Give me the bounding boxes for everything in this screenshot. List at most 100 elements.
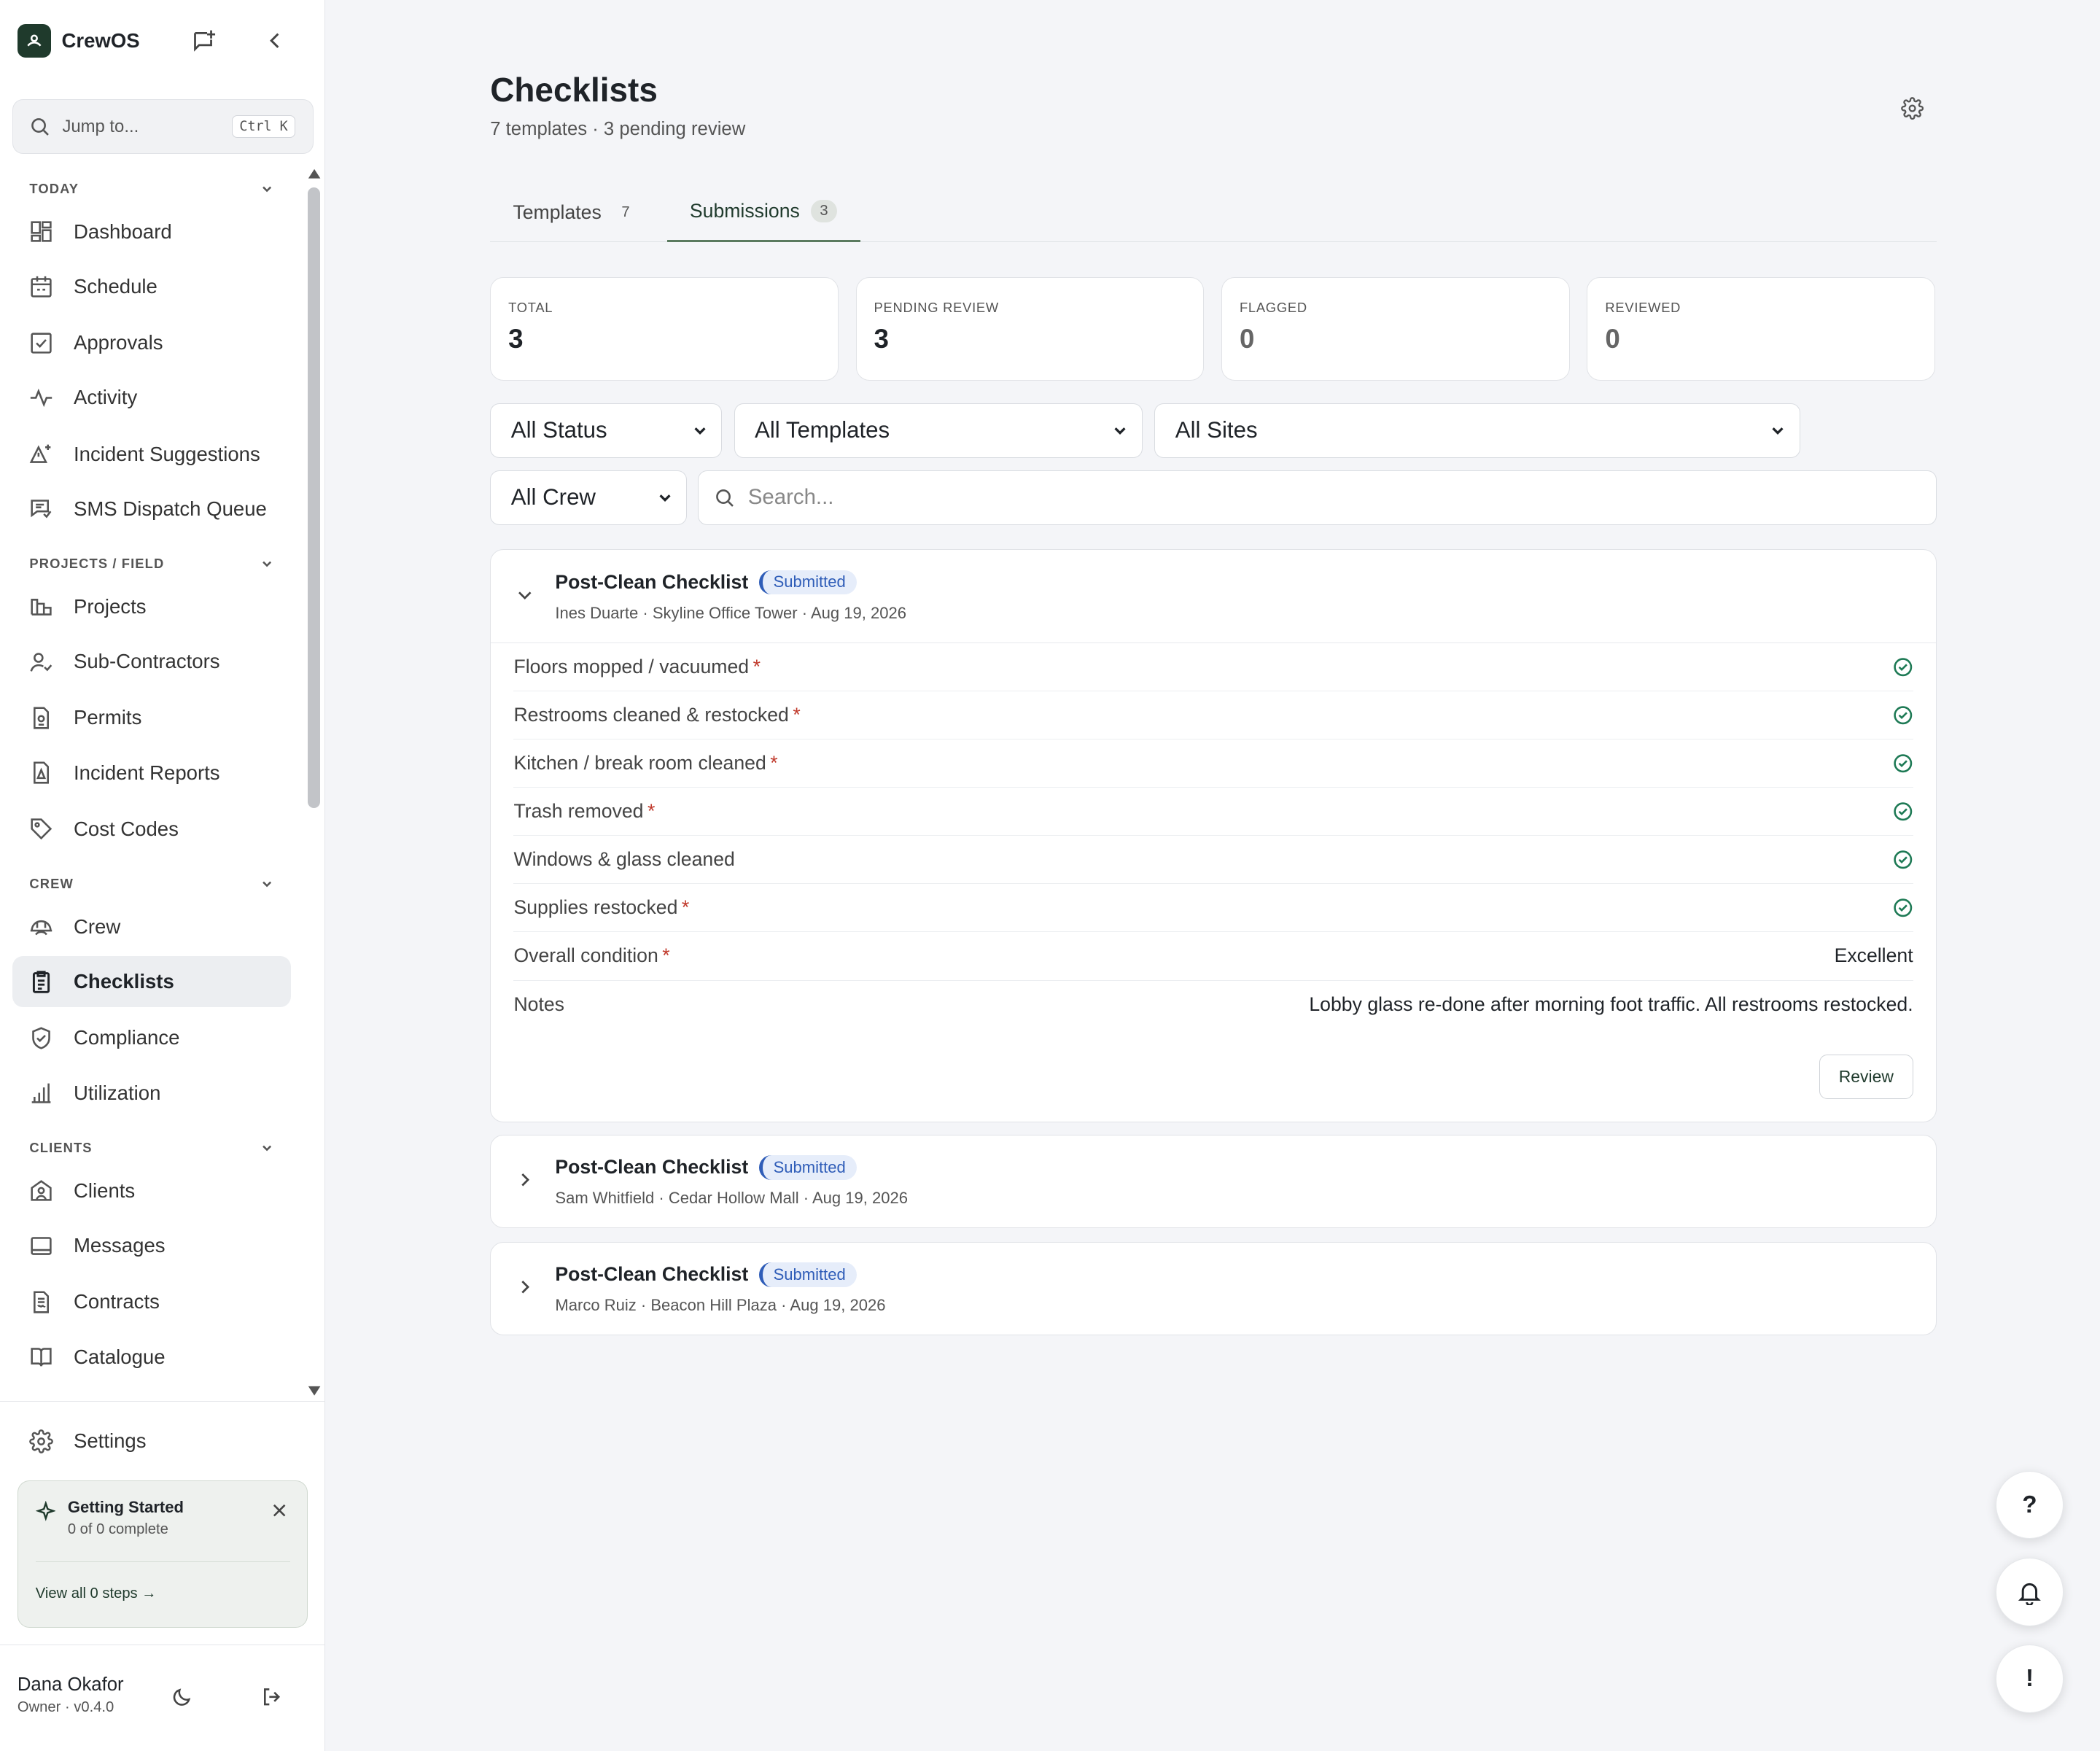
divider <box>0 1401 326 1402</box>
sidebar-item-compliance[interactable]: Compliance <box>12 1013 291 1064</box>
crewos-logo-icon <box>17 24 51 58</box>
check-circle-icon <box>1894 898 1913 917</box>
tag-icon <box>31 818 52 840</box>
sidebar-item-settings[interactable]: Settings <box>12 1416 291 1467</box>
dark-mode-toggle[interactable] <box>168 1684 195 1711</box>
page-subtitle: 7 templates · 3 pending review <box>490 119 746 140</box>
tab-bar: Templates 7 Submissions 3 <box>490 182 1937 243</box>
sidebar-item-dashboard[interactable]: Dashboard <box>12 206 291 257</box>
help-button[interactable]: ? <box>1995 1470 2064 1540</box>
bar-chart-icon <box>32 1083 51 1103</box>
submission-header[interactable]: Post-Clean Checklist Submitted Marco Rui… <box>491 1243 1936 1335</box>
submission-meta: Marco Ruiz · Beacon Hill Plaza · Aug 19,… <box>555 1296 886 1315</box>
page-title: Checklists <box>490 70 658 109</box>
check-circle-icon <box>1894 802 1913 821</box>
scroll-up-arrow-icon[interactable] <box>307 168 322 180</box>
sidebar-item-checklists[interactable]: Checklists <box>12 956 291 1008</box>
sidebar-item-crew[interactable]: Crew <box>12 901 291 952</box>
section-clients[interactable]: CLIENTS <box>29 1140 274 1156</box>
sidebar-item-clients[interactable]: Clients <box>12 1165 291 1216</box>
site-filter[interactable]: All Sites <box>1154 403 1800 459</box>
tab-submissions[interactable]: Submissions 3 <box>666 182 860 243</box>
getting-started-card: Getting Started 0 of 0 complete View all… <box>17 1480 308 1628</box>
section-crew[interactable]: CREW <box>29 876 274 892</box>
sidebar-item-incident-reports[interactable]: Incident Reports <box>12 748 291 799</box>
scroll-thumb[interactable] <box>308 187 320 808</box>
calendar-icon <box>31 276 52 298</box>
user-name: Dana Okafor <box>17 1674 124 1695</box>
template-filter[interactable]: All Templates <box>734 403 1143 459</box>
divider <box>35 1561 290 1562</box>
chevron-right-icon[interactable] <box>515 1170 535 1190</box>
clipboard-icon <box>33 971 50 993</box>
chevron-right-icon[interactable] <box>515 1277 535 1297</box>
sidebar-item-approvals[interactable]: Approvals <box>12 317 291 368</box>
review-button[interactable]: Review <box>1819 1055 1913 1099</box>
search-input[interactable]: Search... <box>697 470 1937 525</box>
book-icon <box>31 1348 52 1367</box>
checkbox-icon <box>31 333 52 354</box>
status-filter[interactable]: All Status <box>490 403 722 459</box>
submission-card[interactable]: Post-Clean Checklist Submitted Sam Whitf… <box>490 1134 1937 1229</box>
chevron-down-icon <box>262 881 272 888</box>
required-marker: * <box>648 800 656 823</box>
scroll-down-arrow-icon[interactable] <box>307 1385 322 1397</box>
building-user-icon <box>31 1180 52 1201</box>
view-all-steps-link[interactable]: View all 0 steps → <box>36 1585 157 1602</box>
sidebar-item-cost-codes[interactable]: Cost Codes <box>12 804 291 855</box>
tab-templates[interactable]: Templates 7 <box>490 182 661 243</box>
alert-button[interactable]: ! <box>1995 1645 2064 1714</box>
chevron-down-icon <box>1772 427 1784 435</box>
projects-icon <box>31 599 52 616</box>
submission-meta: Ines Duarte · Skyline Office Tower · Aug… <box>555 603 907 622</box>
sidebar-item-sms-dispatch[interactable]: SMS Dispatch Queue <box>12 484 291 535</box>
checklist-row: Supplies restocked * <box>513 884 1913 933</box>
sidebar-item-messages[interactable]: Messages <box>12 1220 291 1271</box>
status-badge: Submitted <box>758 570 857 594</box>
question-icon: ? <box>2022 1491 2037 1518</box>
required-marker: * <box>770 752 778 774</box>
notes-value: Lobby glass re-done after morning foot t… <box>1309 993 1913 1016</box>
required-marker: * <box>681 896 690 919</box>
crew-filter[interactable]: All Crew <box>490 470 688 525</box>
section-projects[interactable]: PROJECTS / FIELD <box>29 556 274 572</box>
section-today[interactable]: TODAY <box>29 181 274 197</box>
sidebar-item-activity[interactable]: Activity <box>12 373 291 424</box>
sidebar-item-projects[interactable]: Projects <box>12 581 291 632</box>
check-circle-icon <box>1894 657 1913 676</box>
required-marker: * <box>662 944 670 967</box>
user-profile[interactable]: Dana Okafor Owner · v0.4.0 <box>18 1674 124 1717</box>
submission-title: Post-Clean Checklist <box>555 1263 749 1286</box>
collapse-sidebar-icon[interactable] <box>258 24 292 58</box>
notifications-button[interactable] <box>1995 1558 2064 1626</box>
new-message-icon[interactable] <box>187 24 221 58</box>
sidebar-item-catalogue[interactable]: Catalogue <box>12 1332 291 1383</box>
message-list-icon <box>31 500 52 519</box>
gear-icon <box>29 1429 54 1453</box>
document-icon <box>34 707 50 729</box>
checklist-items: Floors mopped / vacuumed * Restrooms clea… <box>491 642 1936 1029</box>
tab-count: 3 <box>810 200 838 222</box>
sidebar-item-schedule[interactable]: Schedule <box>12 261 291 312</box>
brand[interactable]: CrewOS <box>17 24 140 58</box>
submission-header[interactable]: Post-Clean Checklist Submitted Sam Whitf… <box>491 1135 1936 1228</box>
close-icon[interactable] <box>273 1504 286 1517</box>
logout-button[interactable] <box>258 1684 285 1711</box>
chevron-down-icon[interactable] <box>515 585 535 605</box>
sidebar-item-utilization[interactable]: Utilization <box>12 1068 291 1119</box>
check-circle-icon <box>1894 754 1913 773</box>
status-badge: Submitted <box>758 1262 857 1287</box>
chevron-down-icon <box>262 561 272 567</box>
search-placeholder: Search... <box>747 485 834 510</box>
sidebar-item-contracts[interactable]: Contracts <box>12 1276 291 1327</box>
sidebar-item-incident-suggestions[interactable]: Incident Suggestions <box>12 429 291 480</box>
page-settings-button[interactable] <box>1899 95 1926 122</box>
sidebar-item-subcontractors[interactable]: Sub-Contractors <box>12 636 291 687</box>
condition-value: Excellent <box>1834 944 1913 967</box>
user-check-icon <box>30 653 52 672</box>
sidebar-item-permits[interactable]: Permits <box>12 693 291 744</box>
getting-started-title: Getting Started <box>67 1498 184 1517</box>
submission-header[interactable]: Post-Clean Checklist Submitted Ines Duar… <box>491 550 1936 642</box>
submission-card[interactable]: Post-Clean Checklist Submitted Marco Rui… <box>490 1241 1937 1336</box>
jump-to-search[interactable]: Jump to... Ctrl K <box>12 98 314 155</box>
